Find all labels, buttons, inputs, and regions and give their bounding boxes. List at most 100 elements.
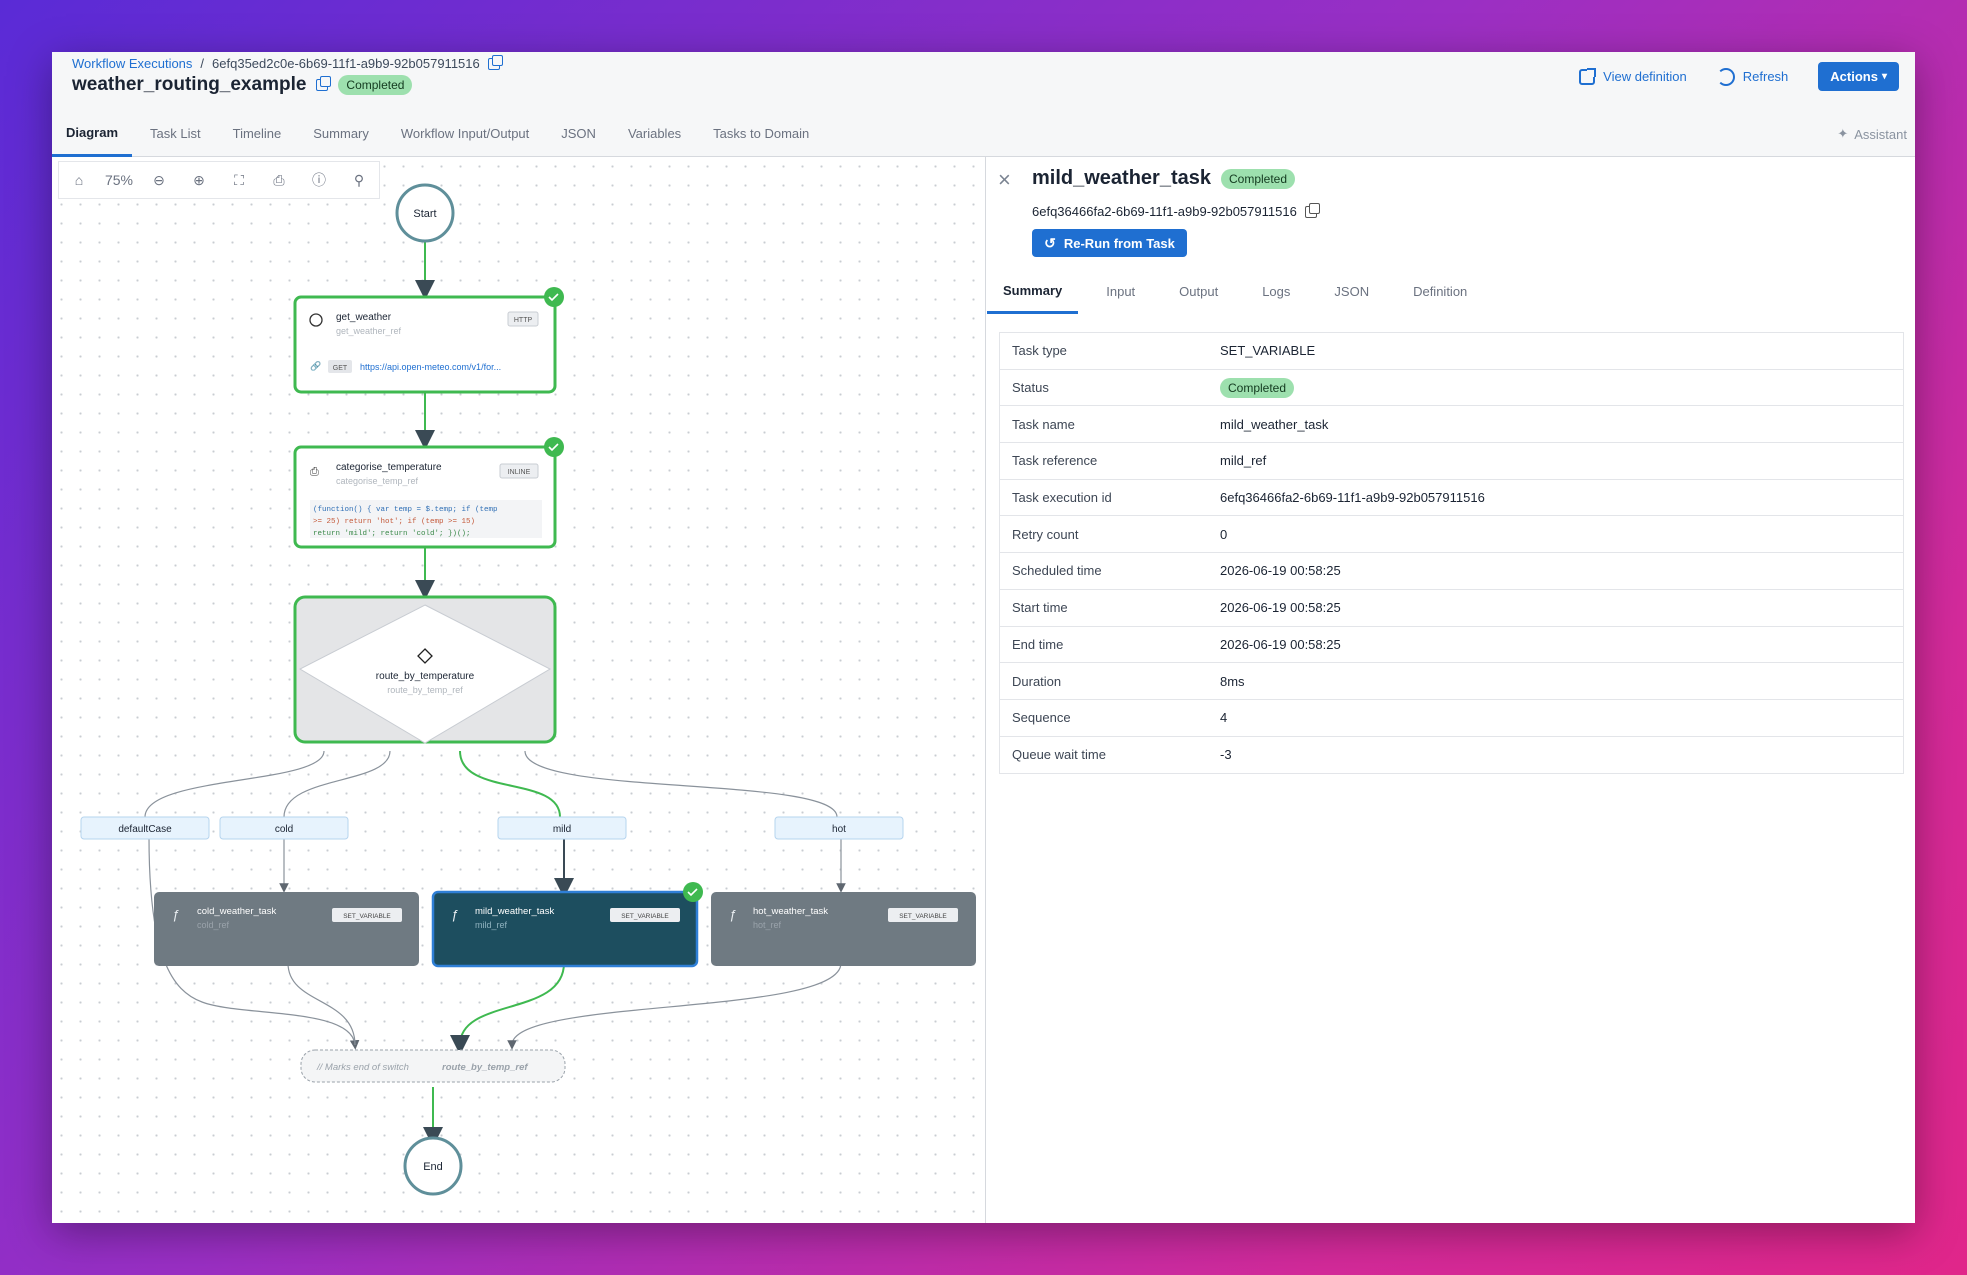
end-label: End bbox=[423, 1161, 443, 1173]
task-node-mild-weather[interactable]: ƒ mild_weather_task mild_ref SET_VARIABL… bbox=[431, 882, 703, 968]
panel-tab-output[interactable]: Output bbox=[1163, 269, 1234, 314]
actions-button[interactable]: Actions ▾ bbox=[1818, 62, 1899, 91]
code-line: return 'mild'; return 'cold'; })(); bbox=[313, 530, 471, 538]
tab-timeline[interactable]: Timeline bbox=[219, 110, 296, 157]
task-ref: get_weather_ref bbox=[336, 326, 402, 336]
zoom-out-icon[interactable]: ⊖ bbox=[139, 162, 179, 198]
tab-variables[interactable]: Variables bbox=[614, 110, 695, 157]
switch-node-route-by-temperature[interactable]: route_by_temperature route_by_temp_ref bbox=[293, 595, 557, 744]
chevron-down-icon: ▾ bbox=[1881, 71, 1887, 82]
rerun-label: Re-Run from Task bbox=[1063, 235, 1175, 251]
refresh-button[interactable]: Refresh bbox=[1716, 67, 1789, 86]
task-detail-panel: × mild_weather_task Completed 6efq36466f… bbox=[987, 157, 1915, 1223]
view-definition-button[interactable]: View definition bbox=[1579, 67, 1687, 85]
tab-json[interactable]: JSON bbox=[547, 110, 610, 157]
summary-table: Task type SET_VARIABLE Status Completed Ta… bbox=[999, 332, 1904, 775]
link-icon: 🔗 bbox=[310, 360, 321, 372]
panel-tabs: Summary Input Output Logs JSON Definitio… bbox=[987, 269, 1915, 314]
table-row: Task execution id 6efq36466fa2-6b69-11f1-… bbox=[1000, 480, 1903, 517]
assistant-button[interactable]: ✦ Assistant bbox=[1837, 126, 1907, 142]
status-badge: Completed bbox=[338, 75, 413, 95]
copy-icon[interactable] bbox=[316, 76, 332, 91]
zoom-in-icon[interactable]: ⊕ bbox=[179, 162, 219, 198]
header-actions: View definition Refresh Actions ▾ bbox=[1579, 62, 1899, 91]
table-row: Duration 8ms bbox=[1000, 663, 1903, 700]
task-type-badge: HTTP bbox=[514, 317, 533, 324]
breadcrumb-execution-id: 6efq35ed2c0e-6b69-11f1-a9b9-92b057911516 bbox=[212, 56, 480, 71]
main-tabs: Diagram Task List Timeline Summary Workf… bbox=[52, 110, 827, 157]
copy-icon[interactable] bbox=[487, 54, 503, 70]
task-ref: cold_ref bbox=[197, 920, 230, 930]
case-label-default[interactable]: defaultCase bbox=[80, 816, 210, 840]
home-icon[interactable]: ⌂ bbox=[59, 162, 99, 198]
switch-ref: route_by_temp_ref bbox=[387, 685, 463, 695]
close-icon[interactable]: × bbox=[998, 167, 1011, 193]
case-label-text: mild bbox=[553, 824, 571, 835]
view-definition-label: View definition bbox=[1603, 69, 1687, 84]
fit-to-screen-icon[interactable]: ⛶ bbox=[219, 162, 259, 198]
panel-tab-logs[interactable]: Logs bbox=[1246, 269, 1306, 314]
task-type-badge: SET_VARIABLE bbox=[343, 913, 391, 920]
print-icon[interactable]: ⎙ bbox=[259, 162, 299, 198]
table-row: Task name mild_weather_task bbox=[1000, 406, 1903, 444]
zoom-level[interactable]: 75% bbox=[99, 162, 139, 198]
join-ref: route_by_temp_ref bbox=[442, 1062, 528, 1073]
table-row: Start time 2026-06-19 00:58:25 bbox=[1000, 590, 1903, 627]
task-ref: mild_ref bbox=[475, 920, 508, 930]
table-row: Sequence 4 bbox=[1000, 700, 1903, 737]
function-icon: ƒ bbox=[729, 907, 736, 922]
task-type-badge: SET_VARIABLE bbox=[899, 913, 947, 920]
table-row: Scheduled time 2026-06-19 00:58:25 bbox=[1000, 553, 1903, 590]
task-node-categorise-temperature[interactable]: ⎙ categorise_temperature categorise_temp… bbox=[293, 437, 564, 549]
sparkle-icon: ✦ bbox=[1837, 126, 1849, 141]
task-name: categorise_temperature bbox=[336, 462, 442, 473]
tab-diagram[interactable]: Diagram bbox=[52, 110, 133, 157]
case-label-text: defaultCase bbox=[118, 824, 172, 835]
workflow-diagram[interactable]: Start get_weather get_weather_ref HTTP 🔗… bbox=[52, 157, 986, 1223]
title-row: weather_routing_example Completed bbox=[72, 74, 413, 96]
panel-tab-json[interactable]: JSON bbox=[1318, 269, 1385, 314]
code-line: >= 25) return 'hot'; if (temp >= 15) bbox=[313, 518, 475, 526]
rerun-from-task-button[interactable]: ↺ Re-Run from Task bbox=[1032, 229, 1187, 257]
task-title-row: mild_weather_task Completed bbox=[1032, 167, 1296, 190]
start-label: Start bbox=[413, 208, 436, 220]
task-node-get-weather[interactable]: get_weather get_weather_ref HTTP 🔗 GET h… bbox=[293, 287, 564, 394]
case-label-hot[interactable]: hot bbox=[774, 816, 904, 840]
rerun-icon: ↺ bbox=[1044, 234, 1056, 251]
tab-tasks-to-domain[interactable]: Tasks to Domain bbox=[699, 110, 823, 157]
case-label-mild[interactable]: mild bbox=[497, 816, 627, 840]
search-icon[interactable]: ⚲ bbox=[339, 162, 379, 198]
refresh-label: Refresh bbox=[1742, 69, 1789, 84]
panel-tab-input[interactable]: Input bbox=[1090, 269, 1151, 314]
table-row: Retry count 0 bbox=[1000, 516, 1903, 554]
join-node[interactable]: // Marks end of switch route_by_temp_ref bbox=[300, 1049, 566, 1083]
breadcrumb-workflow-executions[interactable]: Workflow Executions bbox=[72, 56, 192, 71]
panel-tab-summary[interactable]: Summary bbox=[987, 269, 1079, 314]
refresh-icon bbox=[1716, 67, 1735, 86]
http-url: https://api.open-meteo.com/v1/for... bbox=[360, 362, 501, 372]
copy-icon[interactable] bbox=[1304, 202, 1320, 218]
diagram-toolbar: ⌂ 75% ⊖ ⊕ ⛶ ⎙ ⓘ ⚲ bbox=[58, 161, 380, 199]
start-node[interactable]: Start bbox=[395, 183, 455, 243]
task-type-badge: INLINE bbox=[508, 469, 531, 476]
external-link-icon bbox=[1579, 67, 1597, 85]
tab-summary[interactable]: Summary bbox=[299, 110, 383, 157]
table-row: Task reference mild_ref bbox=[1000, 443, 1903, 480]
page-header: Workflow Executions / 6efq35ed2c0e-6b69-… bbox=[52, 52, 1915, 157]
end-node[interactable]: End bbox=[403, 1136, 463, 1196]
app-window: Workflow Executions / 6efq35ed2c0e-6b69-… bbox=[52, 52, 1915, 1223]
status-badge: Completed bbox=[1220, 378, 1295, 399]
case-label-text: hot bbox=[832, 824, 846, 835]
case-label-cold[interactable]: cold bbox=[219, 816, 349, 840]
tab-workflow-input-output[interactable]: Workflow Input/Output bbox=[387, 110, 543, 157]
tab-task-list[interactable]: Task List bbox=[136, 110, 215, 157]
task-node-cold-weather[interactable]: ƒ cold_weather_task cold_ref SET_VARIABL… bbox=[154, 892, 419, 966]
function-icon: ƒ bbox=[451, 907, 458, 922]
help-icon[interactable]: ⓘ bbox=[299, 162, 339, 198]
panel-tab-definition[interactable]: Definition bbox=[1397, 269, 1483, 314]
task-node-hot-weather[interactable]: ƒ hot_weather_task hot_ref SET_VARIABLE bbox=[711, 892, 976, 966]
task-type-badge: SET_VARIABLE bbox=[621, 913, 669, 920]
breadcrumb: Workflow Executions / 6efq35ed2c0e-6b69-… bbox=[72, 54, 503, 71]
actions-label: Actions bbox=[1830, 69, 1878, 84]
http-method: GET bbox=[333, 365, 348, 372]
